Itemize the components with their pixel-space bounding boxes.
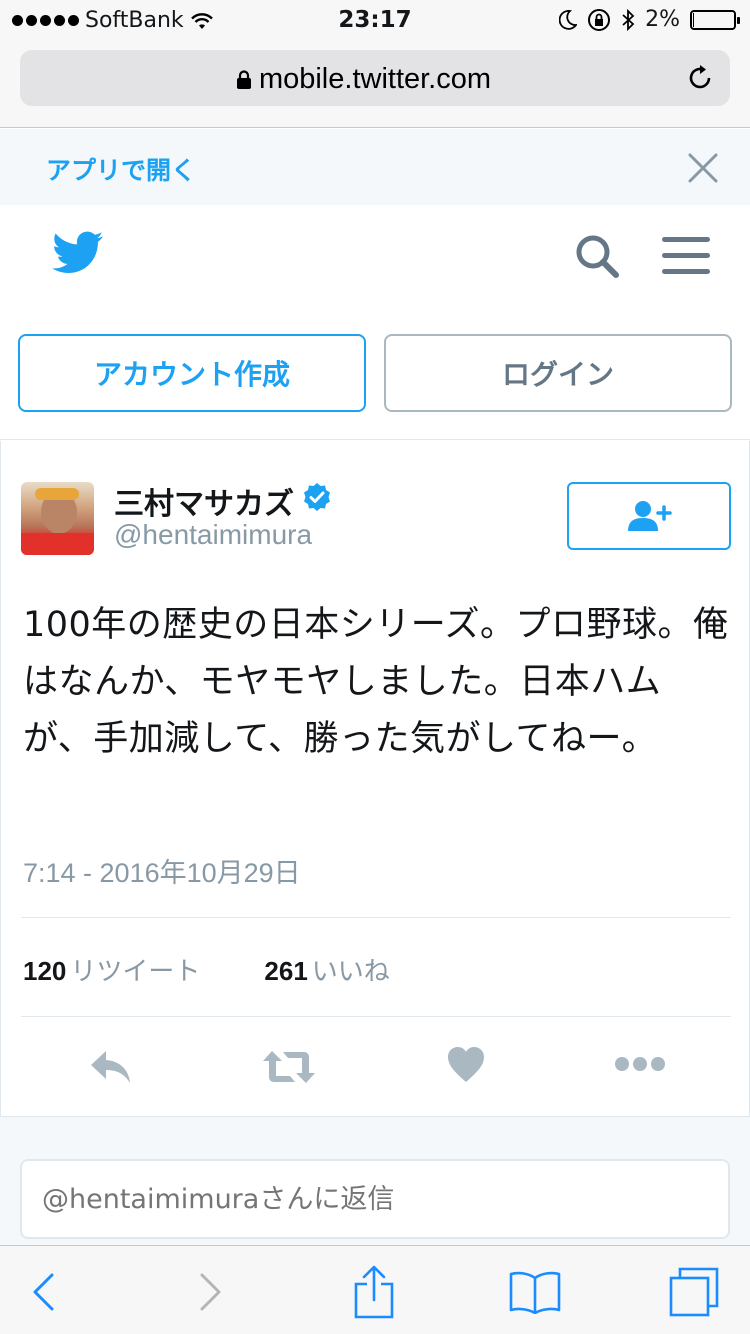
reply-input[interactable] — [20, 1159, 730, 1239]
open-in-app-banner: アプリで開く — [0, 129, 750, 205]
author-handle[interactable]: @hentaimimura — [114, 519, 312, 551]
hamburger-menu-icon[interactable] — [662, 235, 710, 277]
close-icon[interactable] — [686, 151, 720, 185]
divider — [21, 1016, 731, 1017]
like-stat[interactable]: 261 いいね — [264, 951, 389, 988]
like-label: いいね — [311, 957, 390, 987]
battery-percent: 2% — [645, 7, 680, 32]
back-icon[interactable] — [30, 1272, 56, 1312]
author-name[interactable]: 三村マサカズ — [114, 479, 294, 523]
retweet-stat[interactable]: 120 リツイート — [23, 951, 200, 988]
open-in-app-link[interactable]: アプリで開く — [46, 151, 196, 187]
create-account-button[interactable]: アカウント作成 — [18, 334, 366, 412]
address-url: mobile.twitter.com — [258, 63, 492, 95]
forward-icon[interactable] — [198, 1272, 224, 1312]
status-bar-right: 2% — [559, 7, 740, 32]
reply-composer — [0, 1116, 750, 1250]
auth-actions: アカウント作成 ログイン — [0, 315, 750, 440]
verified-badge-icon — [304, 483, 330, 511]
divider — [21, 917, 731, 918]
bluetooth-icon — [622, 8, 635, 31]
tabs-icon[interactable] — [668, 1266, 720, 1318]
address-bar[interactable]: mobile.twitter.com — [20, 50, 730, 106]
tweet-timestamp[interactable]: 7:14 - 2016年10月29日 — [23, 851, 301, 890]
browser-address-area: mobile.twitter.com — [0, 40, 750, 128]
rotation-lock-icon — [588, 8, 611, 31]
tweet-card: 三村マサカズ @hentaimimura 100年の歴史の日本シリーズ。プロ野球… — [0, 441, 750, 1116]
like-count: 261 — [264, 956, 308, 986]
reload-icon[interactable] — [686, 64, 714, 92]
battery-icon — [690, 9, 740, 30]
tweet-stats: 120 リツイート 261 いいね — [23, 951, 390, 988]
more-options-icon[interactable] — [614, 1056, 666, 1072]
twitter-header — [0, 205, 750, 315]
share-icon[interactable] — [352, 1264, 396, 1320]
heart-icon[interactable] — [446, 1045, 486, 1085]
tweet-text: 100年の歴史の日本シリーズ。プロ野球。俺はなんか、モヤモヤしました。日本ハムが… — [23, 605, 729, 759]
follow-button[interactable] — [567, 482, 731, 550]
retweet-icon[interactable] — [261, 1047, 317, 1087]
avatar[interactable] — [21, 482, 94, 555]
bookmarks-icon[interactable] — [508, 1270, 562, 1314]
search-icon[interactable] — [574, 233, 620, 279]
login-button[interactable]: ログイン — [384, 334, 732, 412]
moon-icon — [559, 9, 578, 30]
status-bar: SoftBank 23:17 2% — [0, 0, 750, 40]
retweet-label: リツイート — [70, 957, 201, 987]
reply-icon[interactable] — [88, 1047, 134, 1087]
twitter-bird-logo[interactable] — [52, 231, 104, 273]
battery-fill — [693, 12, 694, 27]
add-user-icon — [628, 501, 672, 531]
retweet-count: 120 — [23, 956, 67, 986]
browser-toolbar — [0, 1245, 750, 1334]
